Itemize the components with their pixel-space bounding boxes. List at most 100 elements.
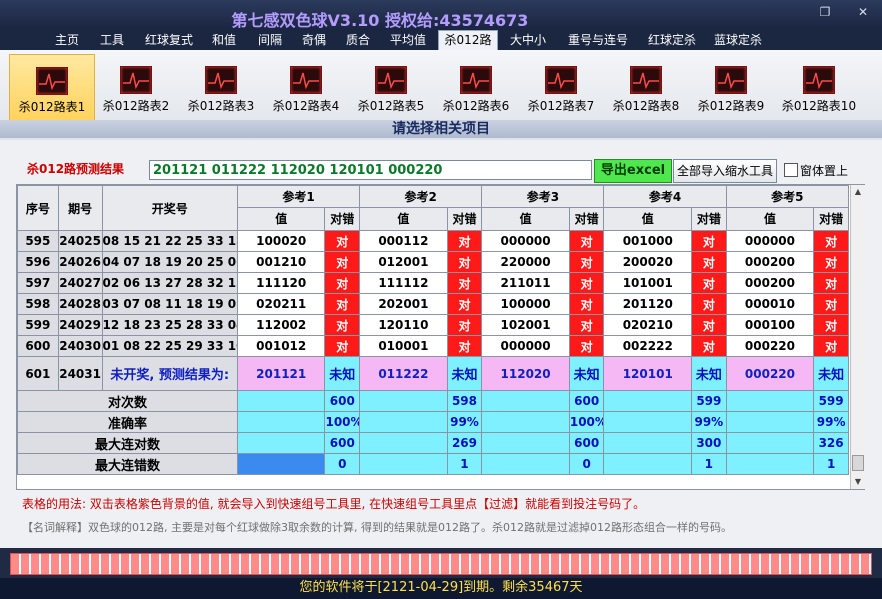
tab-average[interactable]: 平均值 (382, 31, 434, 50)
value-cell[interactable]: 102001 (481, 314, 570, 336)
value-cell[interactable]: 112002 (236, 314, 326, 336)
value-cell[interactable]: 211011 (481, 272, 570, 294)
value-cell[interactable]: 000112 (359, 230, 448, 252)
value-cell[interactable]: 000000 (481, 230, 570, 252)
stat-value: 600 (324, 432, 361, 454)
stat-spacer (725, 432, 815, 454)
table-row[interactable]: 600 24030 01 08 22 25 29 33 10 001012 对 … (17, 335, 849, 357)
correct-cell: 对 (324, 314, 361, 336)
predicted-value-cell[interactable]: 201121 (236, 356, 326, 391)
export-excel-button[interactable]: 导出excel (594, 159, 672, 183)
value-cell[interactable]: 010001 (359, 335, 448, 357)
value-cell[interactable]: 200020 (603, 251, 693, 273)
table-row[interactable]: 596 24026 04 07 18 19 20 25 06 001210 对 … (17, 251, 849, 273)
correct-cell: 对 (324, 251, 361, 273)
predict-result-field[interactable]: 201121 011222 112020 120101 000220 (149, 160, 592, 180)
tab-blue-kill[interactable]: 蓝球定杀 (708, 31, 768, 50)
value-cell[interactable]: 000200 (725, 251, 815, 273)
table-row[interactable]: 597 24027 02 06 13 27 28 32 13 111120 对 … (17, 272, 849, 294)
tab-home[interactable]: 主页 (48, 31, 86, 50)
value-cell[interactable]: 101001 (603, 272, 693, 294)
tab-red-kill[interactable]: 红球定杀 (642, 31, 702, 50)
pin-window-checkbox[interactable] (784, 163, 798, 177)
value-cell[interactable]: 000000 (725, 230, 815, 252)
stat-spacer (359, 432, 448, 454)
predicted-value-cell[interactable]: 000220 (725, 356, 815, 391)
stat-spacer (481, 432, 570, 454)
ribbon-table-6[interactable]: 杀012路表6 (434, 54, 518, 122)
ribbon-table-3[interactable]: 杀012路表3 (179, 54, 263, 122)
restore-icon[interactable]: ❐ (814, 4, 836, 20)
tab-interval[interactable]: 间隔 (250, 31, 290, 50)
close-icon[interactable]: ✕ (852, 4, 874, 20)
value-cell[interactable]: 220000 (481, 251, 570, 273)
value-cell[interactable]: 020211 (236, 293, 326, 315)
draw-cell: 04 07 18 19 20 25 06 (101, 251, 238, 273)
pending-row[interactable]: 601 24031 未开奖, 预测结果为: 201121 未知 011222 未… (17, 356, 849, 391)
scroll-down-icon[interactable]: ▼ (851, 475, 865, 489)
ribbon-table-5[interactable]: 杀012路表5 (349, 54, 433, 122)
stat-value: 99% (446, 411, 483, 433)
table-row[interactable]: 598 24028 03 07 08 11 18 19 05 020211 对 … (17, 293, 849, 315)
value-cell[interactable]: 000100 (725, 314, 815, 336)
value-cell[interactable]: 001012 (236, 335, 326, 357)
correct-cell: 对 (568, 335, 605, 357)
period-cell: 24031 (57, 356, 103, 391)
ribbon-table-10[interactable]: 杀012路表10 (774, 54, 864, 122)
scroll-up-icon[interactable]: ▲ (851, 185, 865, 199)
value-cell[interactable]: 001210 (236, 251, 326, 273)
predicted-value-cell[interactable]: 112020 (481, 356, 570, 391)
predicted-value-cell[interactable]: 011222 (359, 356, 448, 391)
value-cell[interactable]: 000220 (725, 335, 815, 357)
value-cell[interactable]: 000000 (481, 335, 570, 357)
value-cell[interactable]: 000200 (725, 272, 815, 294)
status-cell: 未知 (691, 356, 727, 391)
value-cell[interactable]: 100000 (481, 293, 570, 315)
status-cell: 未知 (568, 356, 605, 391)
value-cell[interactable]: 202001 (359, 293, 448, 315)
header-ref-4: 参考4 (603, 185, 727, 208)
selected-cell[interactable] (236, 453, 326, 475)
tab-size[interactable]: 大中小 (504, 31, 552, 50)
value-cell[interactable]: 000010 (725, 293, 815, 315)
import-all-button[interactable]: 全部导入缩水工具 (673, 159, 777, 183)
value-cell[interactable]: 111120 (236, 272, 326, 294)
stat-spacer (359, 411, 448, 433)
tab-tools[interactable]: 工具 (92, 31, 132, 50)
value-cell[interactable]: 111112 (359, 272, 448, 294)
header-ref-2: 参考2 (359, 185, 483, 208)
value-cell[interactable]: 020210 (603, 314, 693, 336)
ribbon-table-9[interactable]: 杀012路表9 (689, 54, 773, 122)
scroll-thumb[interactable] (852, 455, 864, 471)
predicted-value-cell[interactable]: 120101 (603, 356, 693, 391)
table-row[interactable]: 595 24025 08 15 21 22 25 33 13 100020 对 … (17, 230, 849, 252)
tab-odd-even[interactable]: 奇偶 (294, 31, 334, 50)
correct-cell: 对 (813, 314, 849, 336)
chart-monitor-icon (460, 66, 492, 94)
tab-sum[interactable]: 和值 (204, 31, 244, 50)
value-cell[interactable]: 001000 (603, 230, 693, 252)
stat-spacer (725, 390, 815, 412)
ribbon-table-2[interactable]: 杀012路表2 (94, 54, 178, 122)
tab-repeat-consecutive[interactable]: 重号与连号 (560, 31, 636, 50)
ribbon-table-4[interactable]: 杀012路表4 (264, 54, 348, 122)
vertical-scrollbar[interactable]: ▲ ▼ (850, 185, 865, 489)
stat-value: 300 (691, 432, 727, 454)
value-cell[interactable]: 100020 (236, 230, 326, 252)
ribbon-table-8[interactable]: 杀012路表8 (604, 54, 688, 122)
stat-value: 599 (691, 390, 727, 412)
value-cell[interactable]: 120110 (359, 314, 448, 336)
pending-note: 未开奖, 预测结果为: (101, 356, 238, 391)
stat-row: 准确率 100% 99% 100% 99% 99% (17, 411, 849, 433)
table-row[interactable]: 599 24029 12 18 23 25 28 33 04 112002 对 … (17, 314, 849, 336)
ribbon-table-7[interactable]: 杀012路表7 (519, 54, 603, 122)
ribbon-table-1[interactable]: 杀012路表1 (9, 54, 95, 124)
value-cell[interactable]: 201120 (603, 293, 693, 315)
seq-cell: 596 (17, 251, 59, 273)
tab-kill-012[interactable]: 杀012路 (438, 30, 498, 51)
value-cell[interactable]: 012001 (359, 251, 448, 273)
value-cell[interactable]: 002222 (603, 335, 693, 357)
tab-prime-composite[interactable]: 质合 (338, 31, 378, 50)
tab-red-compound[interactable]: 红球复式 (138, 31, 200, 50)
status-cell: 未知 (446, 356, 483, 391)
